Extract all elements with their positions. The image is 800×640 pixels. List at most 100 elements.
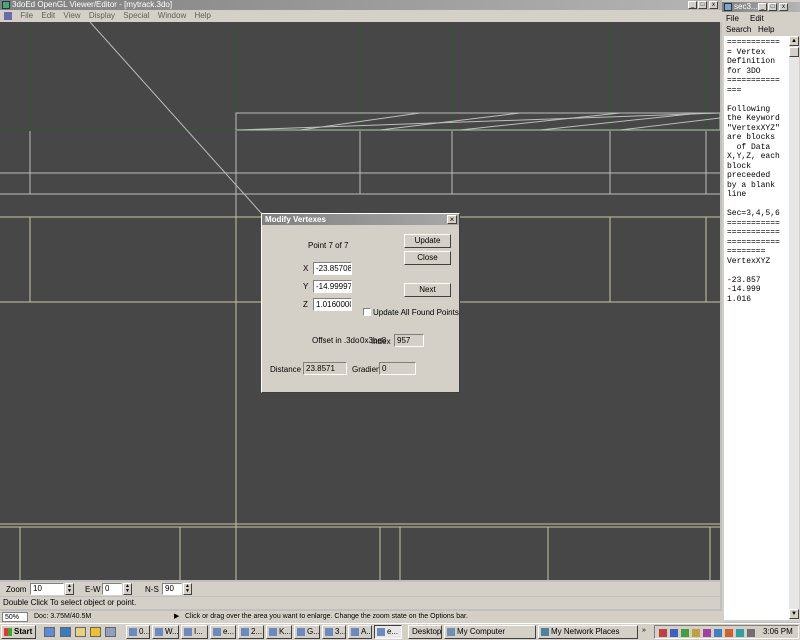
z-input[interactable]: 1.0160000 bbox=[313, 298, 352, 311]
main-maximize-icon[interactable]: □ bbox=[698, 1, 707, 9]
scroll-down-icon[interactable]: ▼ bbox=[789, 609, 799, 619]
modify-vertexes-dialog: Modify Vertexes × Point 7 of 7 X -23.857… bbox=[261, 213, 460, 393]
task-e[interactable]: e... bbox=[210, 625, 236, 639]
ew-spinner[interactable]: ▲ ▼ bbox=[123, 583, 132, 595]
notepad-line: block bbox=[727, 161, 752, 171]
task-icon bbox=[325, 628, 333, 636]
task-icon bbox=[377, 628, 385, 636]
menu-file[interactable]: File bbox=[20, 11, 33, 20]
y-label: Y bbox=[303, 282, 309, 291]
task-desktop[interactable]: Desktop bbox=[408, 625, 442, 639]
update-all-checkbox[interactable] bbox=[363, 308, 371, 316]
start-button[interactable]: Start bbox=[1, 625, 36, 639]
task-2[interactable]: 2... bbox=[238, 625, 264, 639]
task-label: A... bbox=[361, 627, 372, 636]
notepad-line: VertexXYZ bbox=[727, 256, 771, 266]
notepad-close-icon[interactable]: x bbox=[779, 3, 788, 11]
ql-media-icon[interactable] bbox=[90, 627, 101, 637]
tray-icon-2[interactable] bbox=[670, 629, 678, 637]
ns-spinner[interactable]: ▲ ▼ bbox=[183, 583, 192, 595]
x-input[interactable]: -23.857089 bbox=[313, 262, 352, 275]
next-button[interactable]: Next bbox=[404, 283, 451, 297]
task-k[interactable]: K... bbox=[266, 625, 292, 639]
notepad-window: sec3... _ □ x File Edit Search Help ====… bbox=[722, 0, 800, 622]
task-icon bbox=[351, 628, 359, 636]
notepad-line: =========== bbox=[727, 228, 780, 237]
notepad-menu-bar: File Edit Search Help bbox=[722, 14, 800, 36]
menu-edit[interactable]: Edit bbox=[41, 11, 55, 20]
x-label: X bbox=[303, 264, 309, 273]
update-all-label: Update All Found Points bbox=[373, 308, 459, 317]
notepad-menu-help[interactable]: Help bbox=[758, 24, 774, 36]
tray-volume-icon[interactable] bbox=[747, 629, 755, 637]
menu-special[interactable]: Special bbox=[123, 11, 149, 20]
notepad-line bbox=[727, 200, 786, 210]
clock[interactable]: 3:06 PM bbox=[763, 626, 793, 638]
ql-mail-icon[interactable] bbox=[75, 627, 86, 637]
task-i[interactable]: I... bbox=[181, 625, 208, 639]
task-0[interactable]: 0... bbox=[126, 625, 150, 639]
notepad-line: the Keyword bbox=[727, 114, 780, 123]
taskbar-expand-icon[interactable]: » bbox=[642, 627, 646, 634]
ql-browser-icon[interactable] bbox=[60, 627, 71, 637]
options-bar: Zoom 10 ▲ ▼ E-W 0 ▲ ▼ N-S 90 ▲ ▼ bbox=[0, 582, 720, 596]
ew-label: E-W bbox=[85, 585, 101, 594]
y-input[interactable]: -14.999970 bbox=[313, 280, 352, 293]
ps-arrow-icon[interactable]: ▶ bbox=[174, 611, 179, 623]
task-my-computer[interactable]: My Computer bbox=[444, 625, 536, 639]
task-network-places[interactable]: My Network Places bbox=[538, 625, 638, 639]
ns-label: N-S bbox=[145, 585, 159, 594]
notepad-line: === bbox=[727, 85, 742, 95]
ql-desktop-icon[interactable] bbox=[105, 627, 116, 637]
notepad-line: =========== bbox=[727, 237, 780, 247]
task-3[interactable]: 3... bbox=[322, 625, 346, 639]
notepad-line: Sec=3,4,5,6 bbox=[727, 209, 780, 218]
ps-doc-info: Doc: 3.75M/40.5M bbox=[34, 613, 92, 620]
menu-window[interactable]: Window bbox=[158, 11, 186, 20]
status-bar: Double Click To select object or point. bbox=[0, 597, 720, 609]
task-label: 3... bbox=[335, 627, 346, 636]
task-label: K... bbox=[279, 627, 292, 636]
tray-icon-1[interactable] bbox=[659, 629, 667, 637]
ql-ie-icon[interactable] bbox=[44, 627, 55, 637]
menu-display[interactable]: Display bbox=[89, 11, 115, 20]
task-label: My Network Places bbox=[551, 627, 620, 636]
notepad-line: ======== bbox=[727, 247, 766, 256]
tray-icon-8[interactable] bbox=[736, 629, 744, 637]
notepad-menu-search[interactable]: Search bbox=[726, 24, 751, 36]
main-minimize-icon[interactable]: _ bbox=[688, 1, 697, 9]
notepad-line: are blocks bbox=[727, 133, 776, 142]
notepad-scrollbar[interactable]: ▲ ▼ bbox=[789, 36, 799, 620]
zoom-spinner[interactable]: ▲ ▼ bbox=[65, 583, 74, 595]
notepad-line: of Data bbox=[727, 142, 771, 152]
tray-icon-6[interactable] bbox=[714, 629, 722, 637]
ps-zoom[interactable]: 50% bbox=[2, 612, 28, 622]
scroll-up-icon[interactable]: ▲ bbox=[789, 36, 799, 46]
dialog-title: Modify Vertexes bbox=[262, 214, 459, 225]
notepad-text-area[interactable]: =========== = Vertex Definition for 3DO ====… bbox=[724, 36, 789, 620]
notepad-line: =========== bbox=[727, 38, 780, 47]
menu-app-icon[interactable] bbox=[4, 11, 12, 20]
task-e-active[interactable]: e... bbox=[374, 625, 402, 639]
main-menu-bar: File Edit View Display Special Window He… bbox=[0, 10, 722, 22]
menu-view[interactable]: View bbox=[63, 11, 80, 20]
task-g[interactable]: G... bbox=[294, 625, 320, 639]
task-a[interactable]: A... bbox=[348, 625, 372, 639]
tray-icon-7[interactable] bbox=[725, 629, 733, 637]
menu-help[interactable]: Help bbox=[194, 11, 210, 20]
notepad-minimize-icon[interactable]: _ bbox=[758, 3, 767, 11]
notepad-maximize-icon[interactable]: □ bbox=[768, 3, 777, 11]
ns-input[interactable]: 90 bbox=[162, 583, 182, 595]
main-close-icon[interactable]: x bbox=[709, 1, 718, 9]
close-button[interactable]: Close bbox=[404, 251, 451, 265]
tray-icon-4[interactable] bbox=[692, 629, 700, 637]
ew-input[interactable]: 0 bbox=[102, 583, 122, 595]
task-word[interactable]: W... bbox=[152, 625, 179, 639]
tray-icon-3[interactable] bbox=[681, 629, 689, 637]
tray-icon-5[interactable] bbox=[703, 629, 711, 637]
zoom-input[interactable]: 10 bbox=[30, 583, 64, 595]
scroll-thumb[interactable] bbox=[789, 47, 799, 57]
update-button[interactable]: Update bbox=[404, 234, 451, 248]
notepad-line: Following bbox=[727, 104, 771, 114]
dialog-close-icon[interactable]: × bbox=[447, 215, 457, 224]
